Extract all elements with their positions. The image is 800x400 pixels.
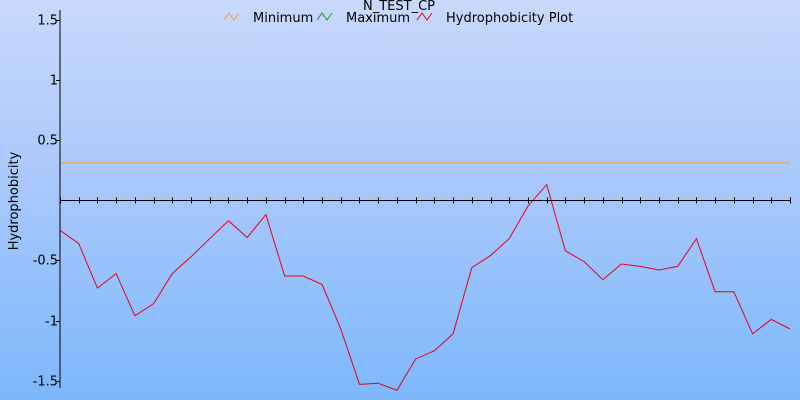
legend-swatch [316, 12, 333, 21]
y-tick-label: 0.5 [37, 134, 58, 149]
legend-label: Hydrophobicity Plot [446, 11, 573, 26]
y-axis-title: Hydrophobicity [7, 151, 22, 250]
y-tick-label: 1.5 [37, 14, 58, 29]
legend-label: Minimum [253, 11, 313, 26]
chart-svg: -1.5-1-0.50.511.5 Minimum Maximum Hydropho… [7, 0, 791, 392]
y-tick-label: -1.5 [33, 375, 58, 390]
chart: -1.5 -1 -0.5 0.5 1 1.5 Minimum Maximum Hydropho… [0, 0, 800, 400]
legend-swatch [416, 12, 433, 21]
y-tick-label: -0.5 [33, 254, 58, 269]
legend-swatch [223, 12, 240, 21]
y-tick-label: -1 [45, 315, 58, 330]
series-line-hydrophobicity-plot [59, 183, 791, 392]
y-tick-label: 1 [50, 74, 58, 89]
chart-title: N_TEST_CP [363, 0, 435, 14]
